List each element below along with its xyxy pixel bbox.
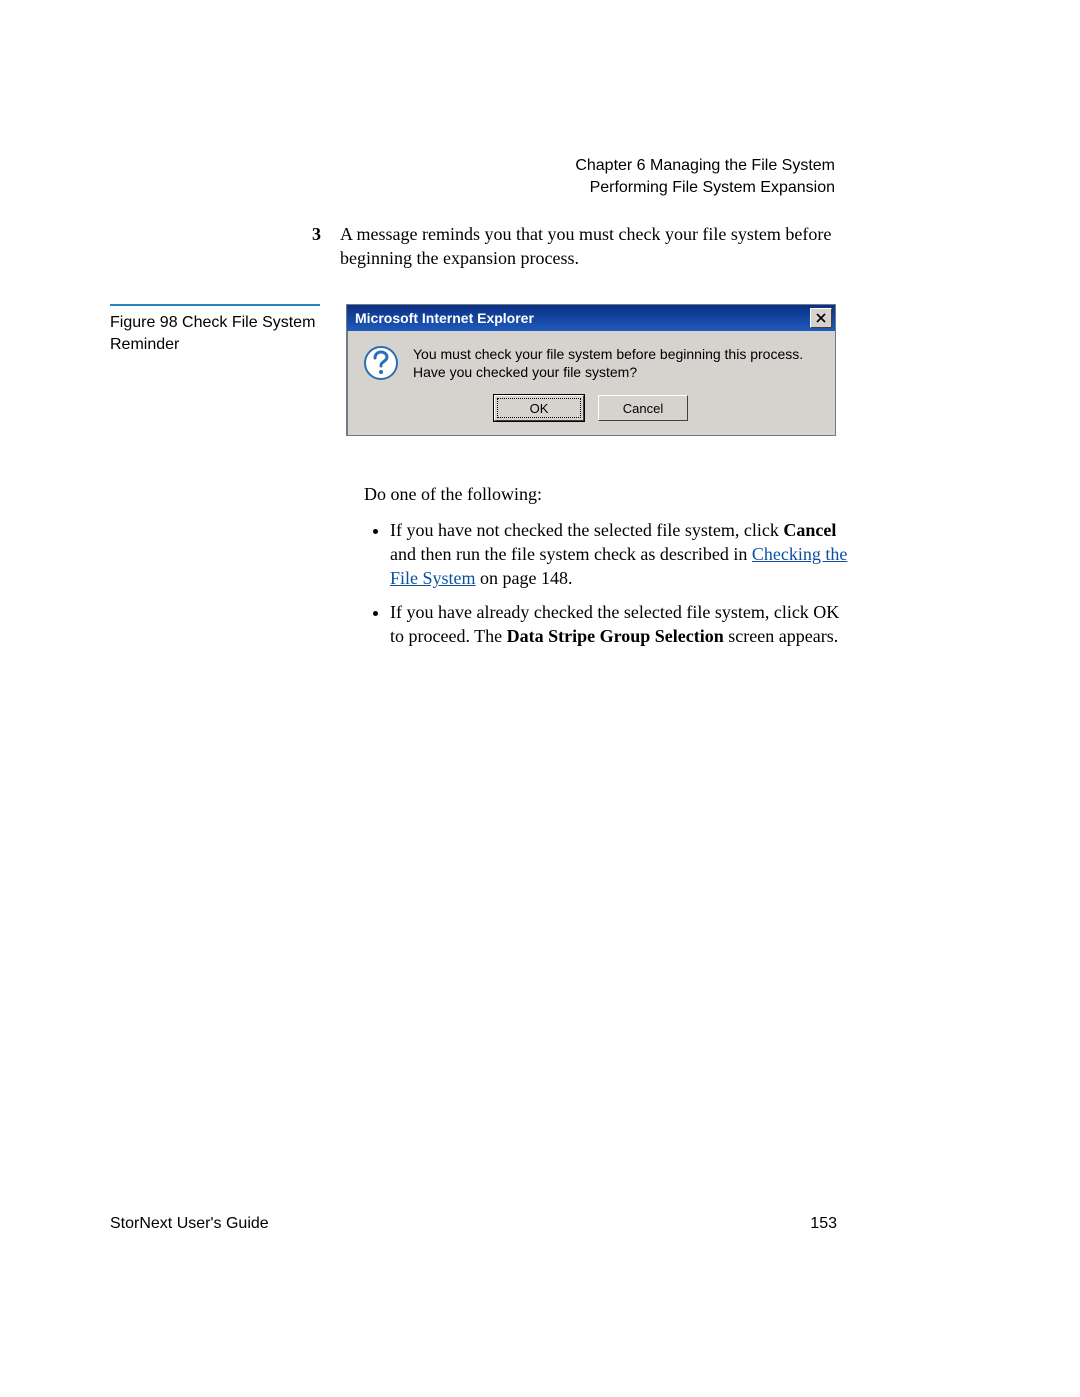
bullet-2: If you have already checked the selected…	[390, 600, 854, 648]
step-text: A message reminds you that you must chec…	[340, 224, 831, 268]
page-footer: StorNext User's Guide 153	[110, 1215, 837, 1233]
section-label: Performing File System Expansion	[575, 177, 835, 199]
screen-name: Data Stripe Group Selection	[507, 626, 724, 646]
question-mark-icon	[363, 345, 399, 381]
step-number: 3	[312, 222, 321, 246]
chapter-label: Chapter 6 Managing the File System	[575, 155, 835, 177]
dialog-title: Microsoft Internet Explorer	[355, 310, 534, 326]
figure-caption: Figure 98 Check File System Reminder	[110, 304, 320, 356]
dialog-titlebar: Microsoft Internet Explorer	[347, 305, 835, 331]
page-number: 153	[810, 1215, 837, 1233]
guide-name: StorNext User's Guide	[110, 1215, 269, 1233]
close-icon	[816, 310, 826, 326]
step-3-paragraph: 3 A message reminds you that you must ch…	[340, 222, 845, 270]
dialog-body: You must check your file system before b…	[347, 331, 835, 389]
bullet-1: If you have not checked the selected fil…	[390, 518, 854, 590]
ie-dialog: Microsoft Internet Explorer You must che…	[346, 304, 836, 436]
cancel-word: Cancel	[783, 520, 836, 540]
instructions-intro: Do one of the following:	[364, 482, 854, 506]
dialog-message: You must check your file system before b…	[413, 345, 803, 381]
close-button[interactable]	[810, 308, 832, 328]
instructions-block: Do one of the following: If you have not…	[364, 482, 854, 658]
dialog-button-row: OK Cancel	[347, 389, 835, 435]
dialog-line2: Have you checked your file system?	[413, 363, 803, 381]
cancel-button[interactable]: Cancel	[598, 395, 688, 421]
page-header: Chapter 6 Managing the File System Perfo…	[575, 155, 835, 199]
dialog-line1: You must check your file system before b…	[413, 345, 803, 363]
ok-button[interactable]: OK	[494, 395, 584, 421]
